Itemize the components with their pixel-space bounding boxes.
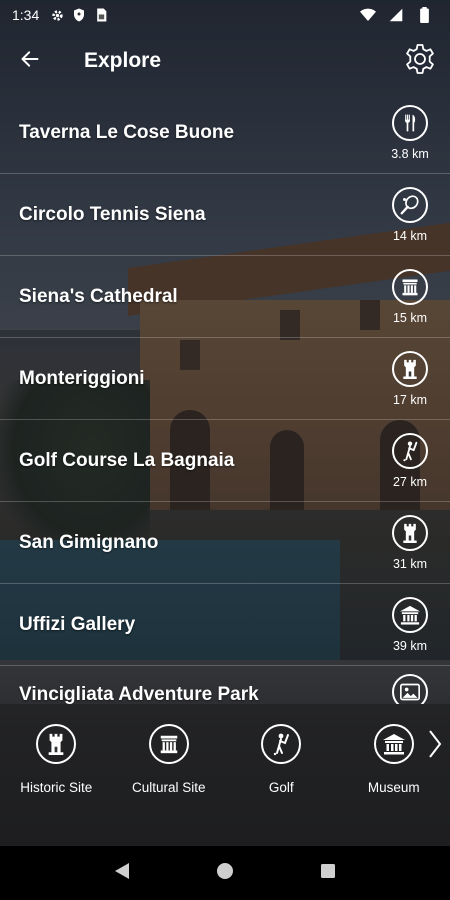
nav-back-button[interactable] [102,853,142,893]
place-name: Circolo Tennis Siena [19,203,206,225]
place-name: Monteriggioni [19,367,145,389]
chevron-right-icon [428,729,442,764]
sim-card-icon [93,7,109,23]
place-name: Vincigliata Adventure Park [19,684,259,704]
place-distance: 39 km [392,638,428,653]
arrow-left-icon [19,49,41,74]
back-triangle-icon [114,862,130,885]
category-golf[interactable]: Golf [225,724,338,795]
places-list[interactable]: Taverna Le Cose Buone 3.8 km Circolo Ten… [0,92,450,704]
temple-icon [392,268,428,305]
list-item[interactable]: Golf Course La Bagnaia 27 km [0,420,450,502]
temple-icon [148,724,189,764]
fork-knife-icon [392,104,428,141]
wifi-icon [360,7,376,23]
category-next-button[interactable] [424,726,446,766]
place-distance: 31 km [392,556,428,571]
status-bar: 1:34 [0,0,450,30]
castle-tower-icon [36,724,77,764]
place-distance: 27 km [392,474,428,489]
category-bar: Historic Site Cultural Site Golf Museum [0,704,450,846]
app-bar: Explore [0,30,450,92]
category-historic-site[interactable]: Historic Site [0,724,113,795]
place-distance: 3.8 km [391,146,429,161]
list-item[interactable]: Vincigliata Adventure Park [0,666,450,704]
landscape-icon [392,674,428,704]
nav-recents-button[interactable] [308,853,348,893]
nav-home-button[interactable] [205,853,245,893]
status-time: 1:34 [12,7,40,23]
castle-tower-icon [392,514,428,551]
page-title: Explore [84,49,162,72]
category-label: Cultural Site [131,780,206,795]
golfer-icon [261,724,302,764]
gear-icon [49,7,65,23]
shield-icon [71,7,87,23]
category-label: Museum [367,780,420,795]
gear-icon [403,42,437,81]
place-distance: 14 km [392,228,428,243]
place-name: Golf Course La Bagnaia [19,449,235,471]
category-cultural-site[interactable]: Cultural Site [113,724,226,795]
back-button[interactable] [0,30,60,92]
list-item[interactable]: Taverna Le Cose Buone 3.8 km [0,92,450,174]
place-name: San Gimignano [19,531,159,553]
museum-icon [392,596,428,633]
recents-square-icon [320,863,336,884]
system-nav-bar [0,846,450,900]
signal-icon [388,7,404,23]
category-label: Golf [268,780,294,795]
battery-icon [416,7,432,23]
list-item[interactable]: Uffizi Gallery 39 km [0,584,450,666]
place-distance: 15 km [392,310,428,325]
tennis-racket-icon [392,186,428,223]
castle-tower-icon [392,350,428,387]
list-item[interactable]: Siena's Cathedral 15 km [0,256,450,338]
list-item[interactable]: San Gimignano 31 km [0,502,450,584]
golfer-icon [392,432,428,469]
category-label: Historic Site [20,780,93,795]
place-distance: 17 km [392,392,428,407]
place-name: Uffizi Gallery [19,613,136,635]
home-circle-icon [216,862,234,885]
settings-button[interactable] [390,30,450,92]
list-item[interactable]: Monteriggioni 17 km [0,338,450,420]
list-item[interactable]: Circolo Tennis Siena 14 km [0,174,450,256]
place-name: Siena's Cathedral [19,285,178,307]
museum-icon [373,724,414,764]
place-name: Taverna Le Cose Buone [19,121,235,143]
